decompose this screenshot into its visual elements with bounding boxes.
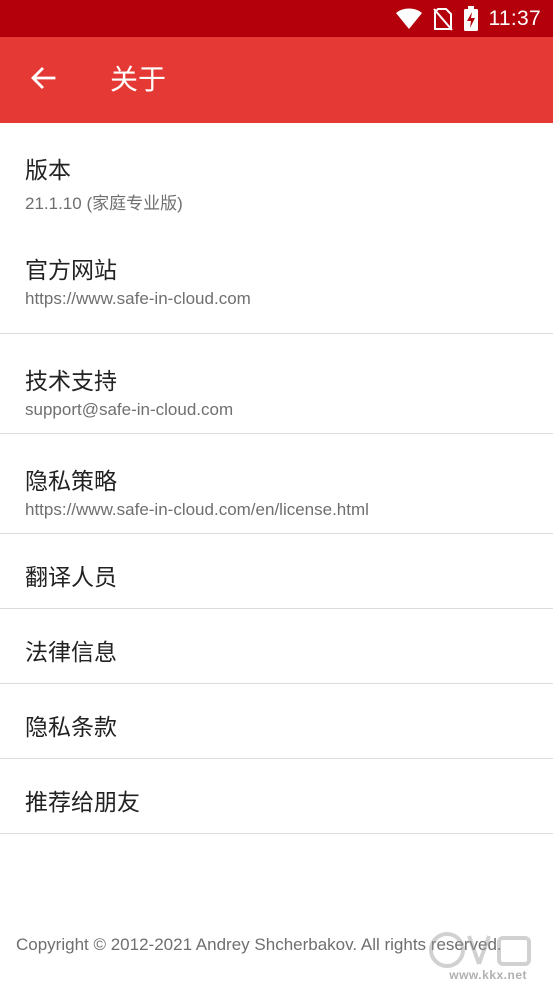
- wifi-icon: [395, 8, 423, 30]
- list-item-title: 技术支持: [25, 369, 117, 395]
- back-button[interactable]: [18, 55, 68, 105]
- arrow-left-icon: [30, 65, 56, 95]
- no-sim-icon: [432, 7, 453, 31]
- status-icons: 11:37: [395, 0, 542, 37]
- list-item-translators[interactable]: 翻译人员: [0, 534, 553, 609]
- list-item-subtitle: https://www.safe-in-cloud.com/en/license…: [25, 500, 369, 519]
- list-item-support[interactable]: 技术支持 support@safe-in-cloud.com: [0, 334, 553, 434]
- list-item-version[interactable]: 版本 21.1.10 (家庭专业版): [0, 123, 553, 223]
- watermark-url: www.kkx.net: [449, 968, 527, 982]
- status-time: 11:37: [488, 6, 541, 30]
- list-item-legal-info[interactable]: 法律信息: [0, 609, 553, 684]
- list-item-title: 隐私策略: [25, 469, 117, 495]
- list-item-title: 官方网站: [25, 258, 117, 284]
- list-item-title: 推荐给朋友: [25, 790, 140, 816]
- list-item-subtitle: support@safe-in-cloud.com: [25, 400, 234, 419]
- app-toolbar: 关于: [0, 37, 553, 123]
- about-list: 版本 21.1.10 (家庭专业版) 官方网站 https://www.safe…: [0, 123, 553, 834]
- status-bar: 11:37: [0, 0, 553, 37]
- battery-charging-icon: [463, 5, 479, 32]
- list-item-title: 隐私条款: [25, 715, 117, 741]
- list-item-privacy-policy[interactable]: 隐私策略 https://www.safe-in-cloud.com/en/li…: [0, 434, 553, 534]
- page-title: 关于: [110, 63, 167, 96]
- list-item-privacy-terms[interactable]: 隐私条款: [0, 684, 553, 759]
- list-item-title: 翻译人员: [25, 565, 117, 591]
- list-item-title: 法律信息: [25, 640, 117, 666]
- list-item-subtitle: https://www.safe-in-cloud.com: [25, 289, 251, 308]
- list-item-recommend[interactable]: 推荐给朋友: [0, 759, 553, 834]
- list-item-website[interactable]: 官方网站 https://www.safe-in-cloud.com: [0, 223, 553, 334]
- list-item-subtitle: 21.1.10 (家庭专业版): [25, 194, 183, 213]
- list-item-title: 版本: [25, 158, 71, 184]
